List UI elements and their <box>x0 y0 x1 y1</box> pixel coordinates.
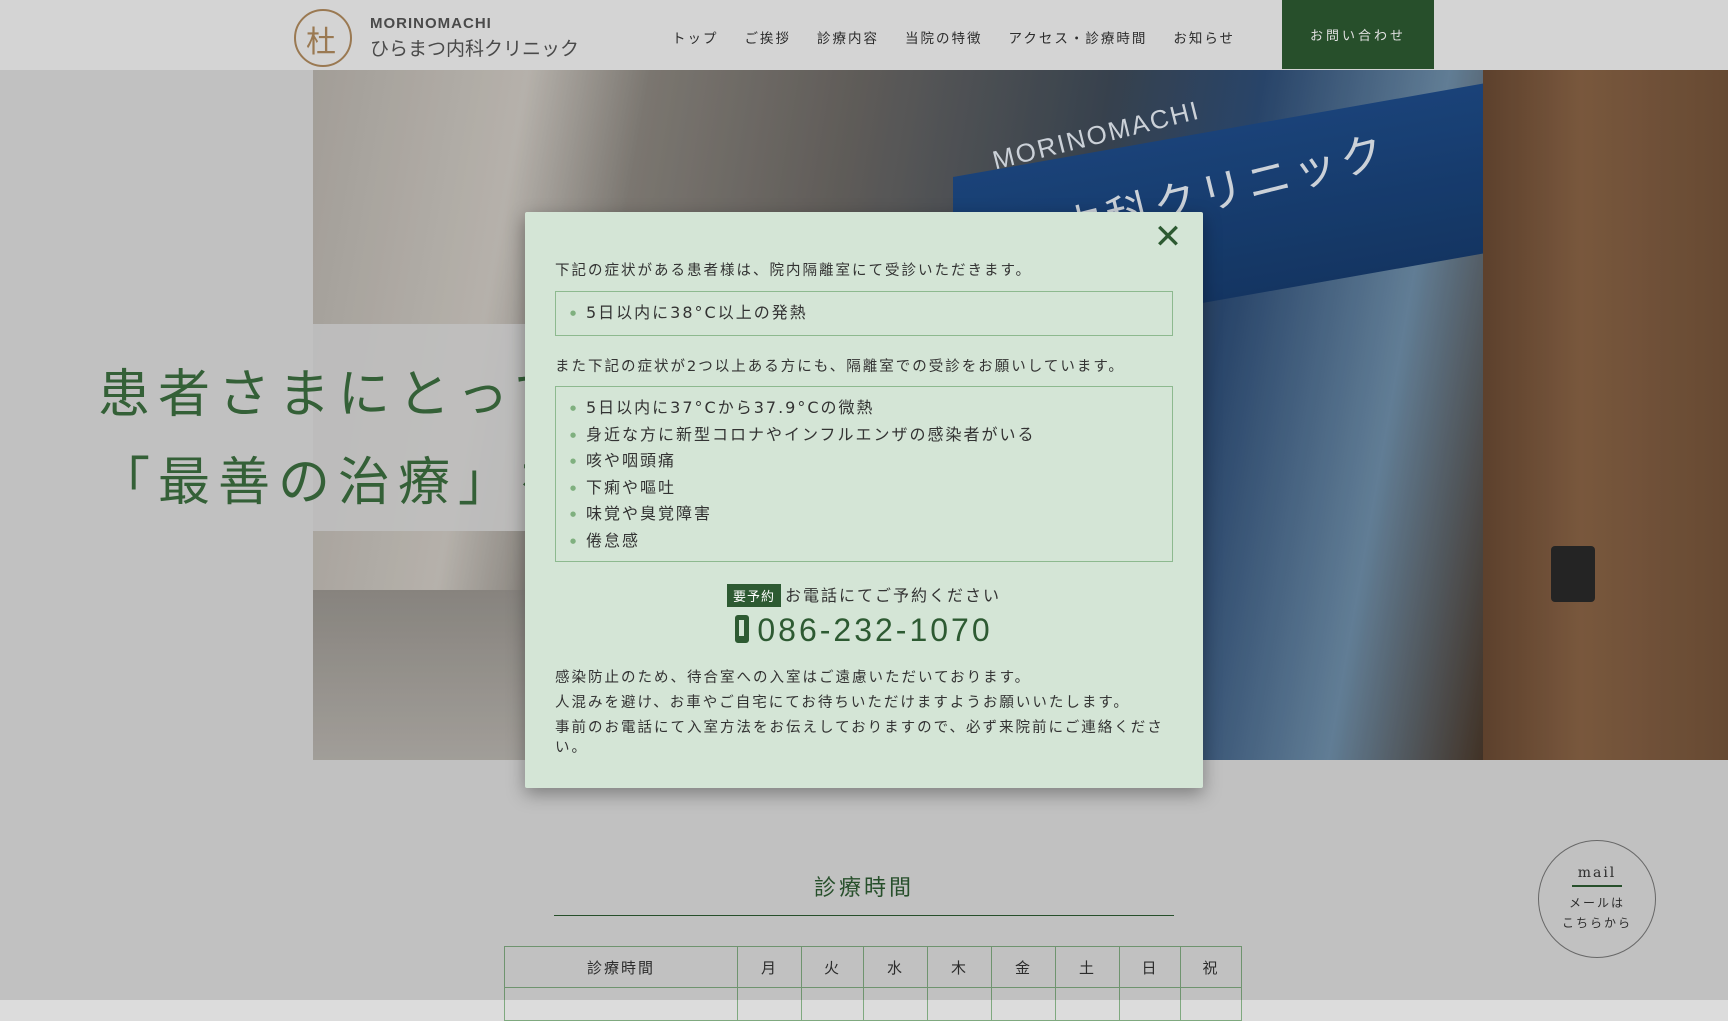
fever-criteria-box: 5日以内に38°C以上の発熱 <box>555 291 1173 336</box>
list-item: 倦怠感 <box>570 528 1172 555</box>
reservation-line: 要予約 お電話にてご予約ください <box>525 582 1203 607</box>
list-item: 身近な方に新型コロナやインフルエンザの感染者がいる <box>570 422 1172 449</box>
list-item: 5日以内に37°Cから37.9°Cの微熱 <box>570 395 1172 422</box>
list-item: 5日以内に38°C以上の発熱 <box>570 300 1172 327</box>
close-icon[interactable]: ✕ <box>1153 220 1183 254</box>
secondary-intro: また下記の症状が2つ以上ある方にも、隔離室での受診をお願いしています。 <box>555 359 1125 375</box>
notice-line-2: 人混みを避け、お車やご自宅にてお待ちいただけますようお願いいたします。 <box>555 695 1130 711</box>
list-item: 下痢や嘔吐 <box>570 475 1172 502</box>
symptom-list-box: 5日以内に37°Cから37.9°Cの微熱 身近な方に新型コロナやインフルエンザの… <box>555 386 1173 562</box>
notice-modal: ✕ 下記の症状がある患者様は、院内隔離室にて受診いただきます。 5日以内に38°… <box>525 212 1203 788</box>
list-item: 味覚や臭覚障害 <box>570 501 1172 528</box>
isolation-intro: 下記の症状がある患者様は、院内隔離室にて受診いただきます。 <box>555 263 1033 279</box>
notice-line-1: 感染防止のため、待合室への入室はご遠慮いただいております。 <box>555 670 1032 686</box>
list-item: 咳や咽頭痛 <box>570 448 1172 475</box>
reservation-text: お電話にてご予約ください <box>785 586 1002 605</box>
phone-number: 086-232-1070 <box>757 612 993 648</box>
notice-line-3: 事前のお電話にて入室方法をお伝えしておりますので、必ず来院前にご連絡ください。 <box>555 720 1164 756</box>
phone-number-link[interactable]: 086-232-1070 <box>525 612 1203 649</box>
smartphone-icon <box>735 615 750 643</box>
reservation-required-badge: 要予約 <box>726 584 781 607</box>
